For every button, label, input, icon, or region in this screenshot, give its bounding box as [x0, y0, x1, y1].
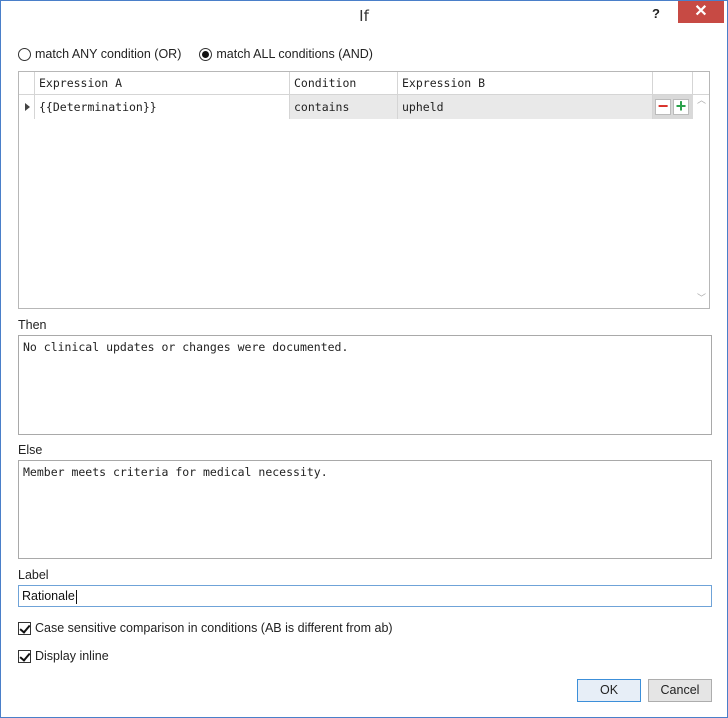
ok-button[interactable]: OK [577, 679, 641, 702]
column-header-expression-a[interactable]: Expression A [35, 72, 290, 94]
match-all-label: match ALL conditions (AND) [216, 47, 373, 61]
help-button[interactable]: ? [645, 3, 667, 25]
conditions-grid: Expression A Condition Expression B {{De… [18, 71, 710, 309]
add-condition-button[interactable]: + [673, 97, 689, 115]
remove-condition-button[interactable]: − [655, 97, 671, 115]
display-inline-option[interactable]: Display inline [18, 648, 109, 664]
column-header-expression-b[interactable]: Expression B [398, 72, 653, 94]
else-label: Else [18, 443, 43, 457]
display-inline-checkbox[interactable] [18, 649, 31, 663]
row-selector[interactable] [19, 95, 35, 119]
title-bar: If ? ✕ [1, 1, 727, 33]
match-all-radio[interactable] [199, 47, 213, 61]
then-textarea[interactable]: No clinical updates or changes were docu… [18, 335, 712, 435]
condition-cell[interactable]: contains [290, 95, 398, 119]
label-field-label: Label [18, 568, 49, 582]
label-input-value: Rationale [22, 589, 75, 603]
if-dialog: If ? ✕ match ANY condition (OR) match AL… [0, 0, 728, 718]
text-caret [75, 589, 77, 604]
row-pointer-icon [25, 103, 30, 111]
close-button[interactable]: ✕ [678, 1, 724, 23]
match-any-radio[interactable] [18, 47, 31, 61]
else-textarea[interactable]: Member meets criteria for medical necess… [18, 460, 712, 559]
table-row[interactable]: {{Determination}} contains upheld [35, 95, 692, 119]
then-label: Then [18, 318, 47, 332]
scroll-up-icon[interactable]: ︿ [697, 97, 706, 106]
display-inline-label: Display inline [35, 649, 109, 663]
grid-header: Expression A Condition Expression B [19, 72, 709, 95]
case-sensitive-option[interactable]: Case sensitive comparison in conditions … [18, 620, 393, 636]
column-header-condition[interactable]: Condition [290, 72, 398, 94]
column-header-actions [653, 72, 693, 94]
case-sensitive-checkbox[interactable] [18, 621, 31, 635]
row-header-corner [19, 72, 35, 94]
grid-scrollbar[interactable]: ︿ ﹀ [693, 95, 709, 308]
case-sensitive-label: Case sensitive comparison in conditions … [35, 621, 393, 635]
dialog-title: If [359, 7, 369, 25]
cancel-button[interactable]: Cancel [648, 679, 712, 702]
match-mode-group: match ANY condition (OR) match ALL condi… [18, 45, 391, 63]
scroll-down-icon[interactable]: ﹀ [697, 295, 706, 304]
row-actions: − + [653, 95, 693, 119]
match-any-label: match ANY condition (OR) [35, 47, 182, 61]
expression-a-cell[interactable]: {{Determination}} [35, 95, 290, 119]
expression-b-cell[interactable]: upheld [398, 95, 653, 119]
label-input[interactable]: Rationale [18, 585, 712, 607]
match-all-option[interactable]: match ALL conditions (AND) [199, 47, 373, 61]
match-any-option[interactable]: match ANY condition (OR) [18, 47, 181, 61]
